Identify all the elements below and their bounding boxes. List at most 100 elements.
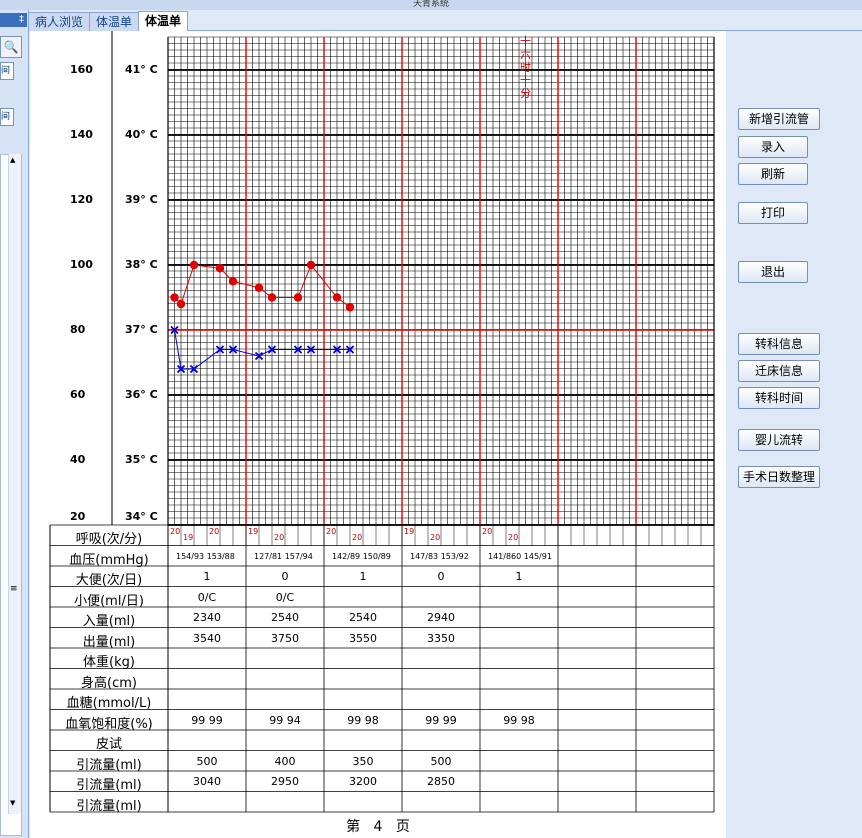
- left-panel: ‡ 🔍 间 间 ▲ ≡ ▼: [0, 10, 29, 838]
- query-button-1[interactable]: 间: [0, 62, 14, 80]
- table-cell: 2950: [271, 775, 299, 788]
- temperature-sheet: 160 140 120 100 80 60 40 20 41° C 40° C 39° C 38° C…: [30, 31, 726, 838]
- table-cell: 0: [281, 570, 289, 583]
- pulse-scale-label: 80: [70, 323, 86, 336]
- respiration-value: 20: [482, 527, 493, 536]
- temperature-scale-label: 35° C: [125, 453, 158, 466]
- enter-button[interactable]: 录入: [738, 136, 808, 158]
- table-cell: 0/C: [197, 590, 217, 604]
- temperature-point: [306, 260, 316, 270]
- table-cell: 2940: [427, 611, 455, 624]
- table-row-label: 血氧饱和度(%): [65, 716, 153, 732]
- temperature-scale-label: 40° C: [125, 128, 158, 141]
- temperature-scale-label: 41° C: [125, 63, 158, 76]
- exit-button[interactable]: 退出: [738, 261, 808, 283]
- transfer-time-button[interactable]: 转科时间: [738, 387, 820, 409]
- print-button[interactable]: 打印: [738, 202, 808, 224]
- surgery-days-button[interactable]: 手术日数整理: [738, 466, 820, 488]
- tab-patient-browse[interactable]: 病人浏览: [28, 12, 91, 31]
- temperature-point: [293, 293, 303, 302]
- respiration-value: 20: [209, 527, 220, 536]
- temperature-scale-label: 39° C: [125, 193, 158, 206]
- respiration-value: 20: [430, 533, 441, 542]
- table-cell: 2340: [193, 611, 221, 624]
- query-button-2[interactable]: 间: [0, 108, 14, 126]
- add-drain-button[interactable]: 新增引流管: [738, 108, 820, 130]
- table-row-label: 血糖(mmol/L): [66, 696, 152, 711]
- time-annotation: 十六时十分: [520, 35, 531, 100]
- table-row-label: 出量(ml): [82, 634, 136, 650]
- pulse-scale-label: 120: [70, 193, 93, 206]
- scroll-down-icon[interactable]: ▼: [10, 799, 15, 807]
- table-row-label: 大便(次/日): [75, 573, 143, 588]
- tab-bar: 病人浏览 体温单 体温单: [28, 10, 862, 32]
- page-prefix: 第: [346, 819, 361, 835]
- pulse-scale-label: 140: [70, 128, 93, 141]
- table-row-label: 入量(ml): [82, 614, 136, 629]
- temperature-scale-label: 38° C: [125, 258, 158, 271]
- tab-temperature-sheet-active[interactable]: 体温单: [138, 11, 189, 32]
- table-row-label: 呼吸(次/分): [75, 532, 143, 547]
- respiration-value: 20: [352, 533, 363, 542]
- right-panel: 新增引流管 录入 刷新 打印 退出 转科信息 迁床信息 转科时间 婴儿流转 手术…: [727, 31, 862, 838]
- infant-transfer-button[interactable]: 婴儿流转: [738, 429, 820, 451]
- table-cell: 99 98: [503, 713, 535, 727]
- temperature-scale-label: 37° C: [125, 323, 158, 336]
- pulse-scale-label: 100: [70, 258, 93, 271]
- table-cell: 2540: [349, 611, 377, 624]
- temperature-point: [254, 283, 264, 292]
- respiration-value: 19: [248, 527, 259, 536]
- table-cell: 99 98: [347, 713, 379, 727]
- table-cell: 1: [515, 570, 523, 583]
- temperature-point: [176, 299, 186, 309]
- table-cell: 99 99: [191, 713, 223, 727]
- table-cell: 3200: [349, 775, 377, 788]
- scroll-grip-icon[interactable]: ≡: [10, 584, 18, 594]
- transfer-info-button[interactable]: 转科信息: [738, 333, 820, 355]
- temperature-point: [228, 277, 238, 286]
- table-cell: 154/93 153/88: [176, 551, 235, 561]
- temperature-point: [332, 293, 342, 302]
- table-cell: 0: [437, 570, 445, 583]
- table-cell: 400: [274, 754, 296, 768]
- tab-temperature-sheet[interactable]: 体温单: [89, 12, 140, 31]
- table-row-label: 引流量(ml): [76, 798, 142, 814]
- temperature-scale-label: 34° C: [125, 510, 158, 523]
- table-cell: 99 94: [269, 713, 301, 727]
- table-row-label: 体重(kg): [83, 655, 135, 670]
- page-number: 4: [373, 819, 383, 835]
- table-cell: 500: [196, 754, 218, 768]
- table-cell: 3550: [349, 631, 377, 645]
- temperature-point: [345, 303, 355, 312]
- search-icon[interactable]: 🔍: [0, 36, 22, 58]
- table-cell: 500: [430, 754, 452, 768]
- table-cell: 3540: [193, 631, 221, 645]
- refresh-button[interactable]: 刷新: [738, 163, 808, 185]
- temperature-scale-label: 36° C: [125, 388, 158, 401]
- respiration-value: 20: [274, 533, 285, 542]
- respiration-value: 20: [170, 527, 181, 536]
- table-cell: 0/C: [275, 590, 295, 604]
- table-row-label: 皮试: [95, 737, 122, 752]
- table-row-label: 引流量(ml): [76, 778, 142, 793]
- respiration-value: 20: [508, 533, 519, 542]
- table-cell: 1: [359, 570, 367, 583]
- pulse-scale-label: 40: [70, 453, 86, 466]
- temperature-point: [215, 264, 225, 273]
- pin-icon[interactable]: ‡: [0, 13, 27, 27]
- respiration-value: 20: [326, 527, 337, 536]
- table-row-label: 小便(ml/日): [74, 593, 144, 609]
- bed-move-info-button[interactable]: 迁床信息: [738, 360, 820, 382]
- scroll-up-icon[interactable]: ▲: [10, 156, 15, 164]
- pulse-scale-label: 20: [70, 510, 86, 523]
- page-indicator: 第 4 页: [30, 816, 726, 836]
- table-row-label: 身高(cm): [81, 675, 137, 691]
- temperature-point: [267, 293, 277, 302]
- window-title: 天青系统: [0, 0, 862, 10]
- table-cell: 127/81 157/94: [254, 551, 313, 561]
- page-suffix: 页: [395, 819, 410, 835]
- table-cell: 3040: [193, 775, 221, 788]
- table-cell: 99 99: [425, 713, 457, 727]
- pulse-scale-label: 60: [70, 388, 86, 401]
- list-scrollbar[interactable]: ▲ ≡ ▼: [8, 154, 21, 814]
